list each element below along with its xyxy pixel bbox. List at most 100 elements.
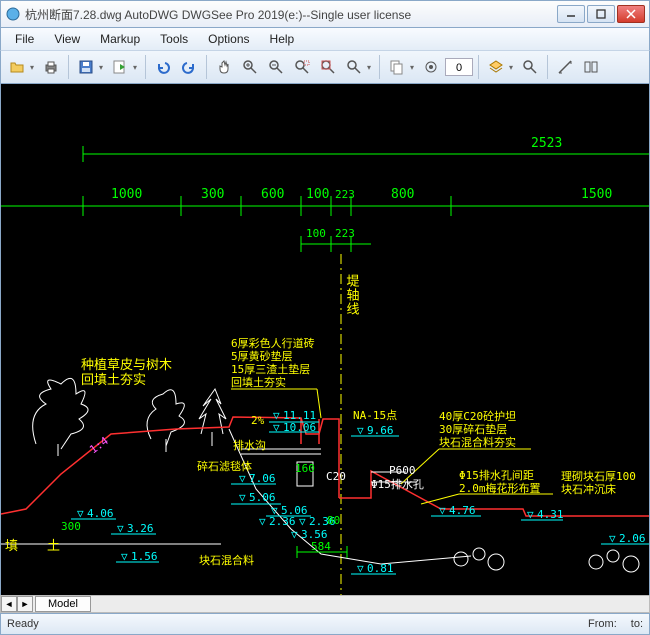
dim-1500: 1500 [581, 187, 612, 202]
zoom-out-button[interactable] [264, 55, 288, 79]
window-title: 杭州断面7.28.dwg AutoDWG DWGSee Pro 2019(e:)… [25, 6, 557, 23]
redo-button[interactable] [177, 55, 201, 79]
close-button[interactable] [617, 5, 645, 23]
menubar: File View Markup Tools Options Help [0, 28, 650, 50]
blockstone-label: 块石混合料 [199, 553, 254, 567]
soil-1: 填 [5, 539, 18, 554]
layer-4: 回填土夯实 [231, 375, 286, 389]
print-button[interactable] [39, 55, 63, 79]
layer-2: 5厚黄砂垫层 [231, 349, 293, 363]
elev-236a-mark: ▽ [259, 515, 266, 528]
elev-156: 1.56 [131, 550, 158, 563]
na15-label: NA-15点 [353, 409, 397, 422]
elev-431: 4.31 [537, 508, 564, 521]
layer-r2: 30厚碎石垫层 [439, 422, 507, 436]
zoom-extents-button[interactable] [316, 55, 340, 79]
elev-966-mark: ▽ [357, 424, 364, 437]
tab-model[interactable]: Model [35, 596, 91, 612]
minimize-button[interactable] [557, 5, 585, 23]
dim-100b: 100 [306, 227, 326, 240]
planting-label: 种植草皮与树木 [81, 358, 172, 373]
elev-706-mark: ▽ [239, 472, 246, 485]
elev-1006-mark: ▽ [273, 421, 280, 434]
layer-1: 6厚彩色人行道砖 [231, 336, 315, 350]
menu-file[interactable]: File [5, 30, 44, 48]
rubble-label: 碎石滤毯体 [197, 459, 252, 473]
dim-584: 584 [311, 540, 331, 553]
elev-966: 9.66 [367, 424, 394, 437]
elev-506a: 5.06 [249, 491, 276, 504]
caption-1: Φ15排水孔间距 [459, 468, 534, 482]
drain-label: 排水沟 [233, 438, 266, 452]
dim-1000: 1000 [111, 187, 142, 202]
drawing-canvas[interactable]: 2523 1000 300 600 100 223 800 1500 100 2… [0, 84, 650, 595]
toggle-layers-button[interactable] [419, 55, 443, 79]
menu-tools[interactable]: Tools [150, 30, 198, 48]
dim-2523: 2523 [531, 136, 562, 151]
copy-button[interactable] [385, 55, 417, 79]
dim-223a: 223 [335, 188, 355, 201]
zoom-in-button[interactable] [238, 55, 262, 79]
dim-223b: 223 [335, 227, 355, 240]
elev-081-mark: ▽ [357, 562, 364, 575]
elev-406-mark: ▽ [77, 507, 84, 520]
label-drain2: Φ15排水孔 [371, 477, 424, 491]
label-p600: P600 [389, 464, 416, 477]
dim-600: 600 [261, 187, 284, 202]
zoom-value-input[interactable]: 0 [445, 58, 473, 76]
layers-button[interactable] [484, 55, 516, 79]
elev-326: 3.26 [127, 522, 154, 535]
dim-300b: 300 [61, 520, 81, 533]
dim-800: 800 [391, 187, 414, 202]
elev-1006: 10.06 [283, 421, 316, 434]
backfill-label: 回填土夯实 [81, 373, 146, 388]
measure-button[interactable] [553, 55, 577, 79]
menu-help[interactable]: Help [260, 30, 305, 48]
elev-476-mark: ▽ [439, 504, 446, 517]
open-button[interactable] [5, 55, 37, 79]
elev-236b-mark: ▽ [299, 515, 306, 528]
elev-156-mark: ▽ [121, 550, 128, 563]
status-to-label: to: [631, 618, 643, 630]
axis-label: 堤轴线 [344, 274, 360, 316]
label-c20: C20 [326, 470, 346, 483]
save-button[interactable] [74, 55, 106, 79]
zoom-dropdown-button[interactable] [342, 55, 374, 79]
elev-431-mark: ▽ [527, 508, 534, 521]
elev-506a-mark: ▽ [239, 491, 246, 504]
scroll-right-button[interactable]: ► [17, 596, 33, 612]
dim-80: 80 [327, 514, 340, 527]
elev-206-mark: ▽ [609, 532, 616, 545]
layer-r1: 40厚C20砼护坦 [439, 409, 516, 423]
elev-206: 2.06 [619, 532, 646, 545]
menu-view[interactable]: View [44, 30, 90, 48]
caption-2: 2.0m梅花形布置 [459, 481, 541, 495]
status-ready: Ready [7, 618, 39, 630]
slope-2: 2% [251, 414, 265, 427]
export-button[interactable] [108, 55, 140, 79]
dim-160: 160 [295, 462, 315, 475]
zoom-window-button[interactable] [290, 55, 314, 79]
compare-button[interactable] [579, 55, 603, 79]
dim-300: 300 [201, 187, 224, 202]
elev-356-mark: ▽ [291, 528, 298, 541]
maximize-button[interactable] [587, 5, 615, 23]
statusbar: Ready From: to: [0, 613, 650, 635]
undo-button[interactable] [151, 55, 175, 79]
toolbar: 0 [0, 50, 650, 84]
search-button[interactable] [518, 55, 542, 79]
menu-options[interactable]: Options [198, 30, 259, 48]
menu-markup[interactable]: Markup [90, 30, 150, 48]
titlebar: 杭州断面7.28.dwg AutoDWG DWGSee Pro 2019(e:)… [0, 0, 650, 28]
elev-081: 0.81 [367, 562, 394, 575]
scroll-left-button[interactable]: ◄ [1, 596, 17, 612]
app-icon [5, 6, 21, 22]
rblock-2: 块石冲沉床 [561, 482, 616, 496]
elev-706: 7.06 [249, 472, 276, 485]
pan-button[interactable] [212, 55, 236, 79]
status-from-label: From: [588, 618, 617, 630]
elev-236a: 2.36 [269, 515, 296, 528]
rblock-1: 理砌块石厚100 [561, 470, 636, 483]
layer-r3: 块石混合料夯实 [439, 435, 516, 449]
sheet-tab-bar: ◄ ► Model [0, 595, 650, 613]
